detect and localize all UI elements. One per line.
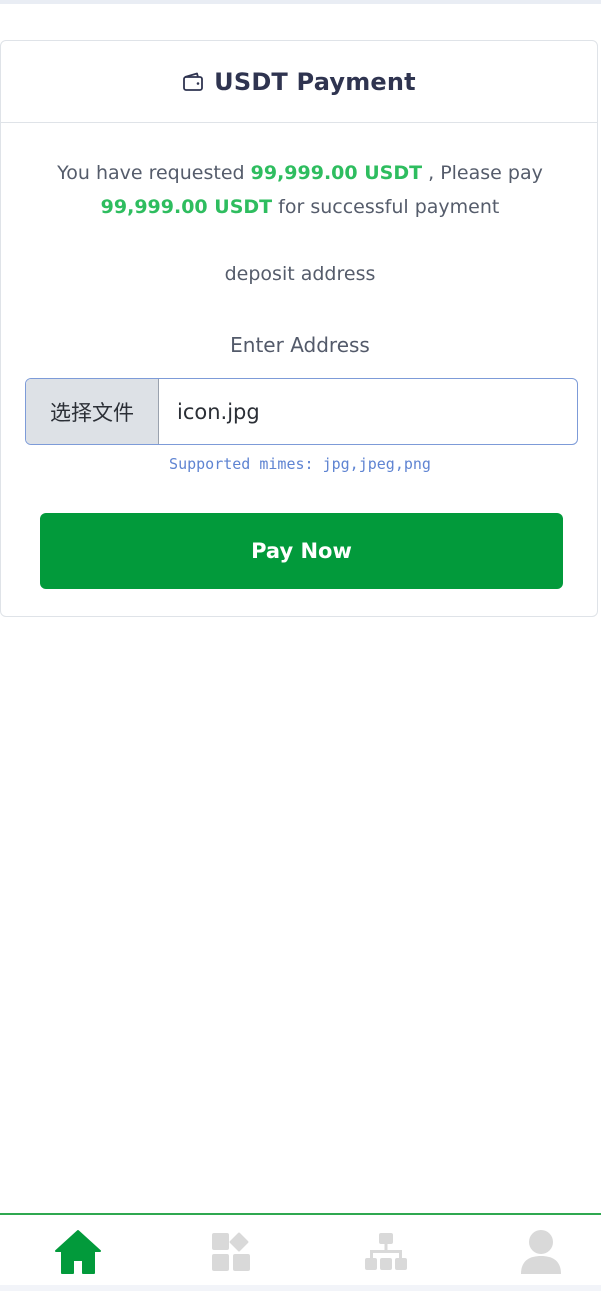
supported-mimes-text: Supported mimes: jpg,jpeg,png [169, 455, 431, 473]
file-name-text: icon.jpg [177, 399, 260, 424]
nav-apps[interactable] [206, 1229, 256, 1279]
request-prefix: You have requested [57, 162, 245, 184]
nav-network[interactable] [361, 1229, 411, 1279]
apps-icon [210, 1231, 252, 1277]
nav-home[interactable] [53, 1229, 103, 1279]
bottom-bar-strip [0, 1285, 601, 1291]
file-upload-input[interactable]: 选择文件 icon.jpg [25, 378, 578, 445]
deposit-address-label: deposit address [224, 263, 376, 285]
network-icon [364, 1232, 408, 1276]
payment-card: USDT Payment You have requested 99,999.0… [0, 40, 598, 617]
enter-address-label: Enter Address [230, 333, 370, 357]
top-strip [0, 0, 601, 4]
home-icon [54, 1229, 102, 1279]
request-middle: , Please pay [428, 162, 543, 184]
request-suffix: for successful payment [278, 196, 500, 218]
pay-amount: 99,999.00 USDT [100, 196, 273, 218]
request-text: You have requested 99,999.00 USDT , Plea… [31, 156, 569, 224]
user-icon [519, 1229, 563, 1279]
requested-amount: 99,999.00 USDT [250, 162, 423, 184]
bottom-nav [0, 1213, 601, 1291]
card-header: USDT Payment [1, 41, 597, 123]
page-title: USDT Payment [214, 67, 416, 96]
nav-profile[interactable] [516, 1229, 566, 1279]
wallet-icon [182, 71, 204, 93]
choose-file-button[interactable]: 选择文件 [26, 379, 159, 444]
pay-now-button[interactable]: Pay Now [40, 513, 563, 589]
